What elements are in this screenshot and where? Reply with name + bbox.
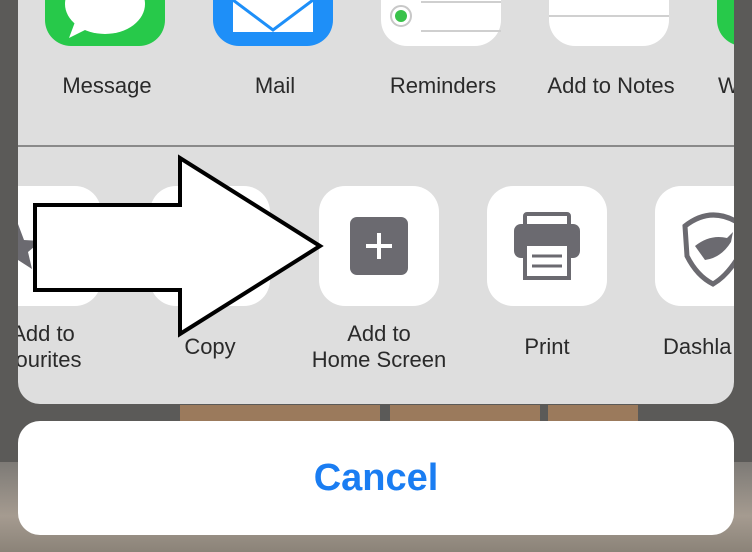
- cancel-label: Cancel: [313, 457, 439, 499]
- cancel-button[interactable]: Cancel: [18, 421, 734, 535]
